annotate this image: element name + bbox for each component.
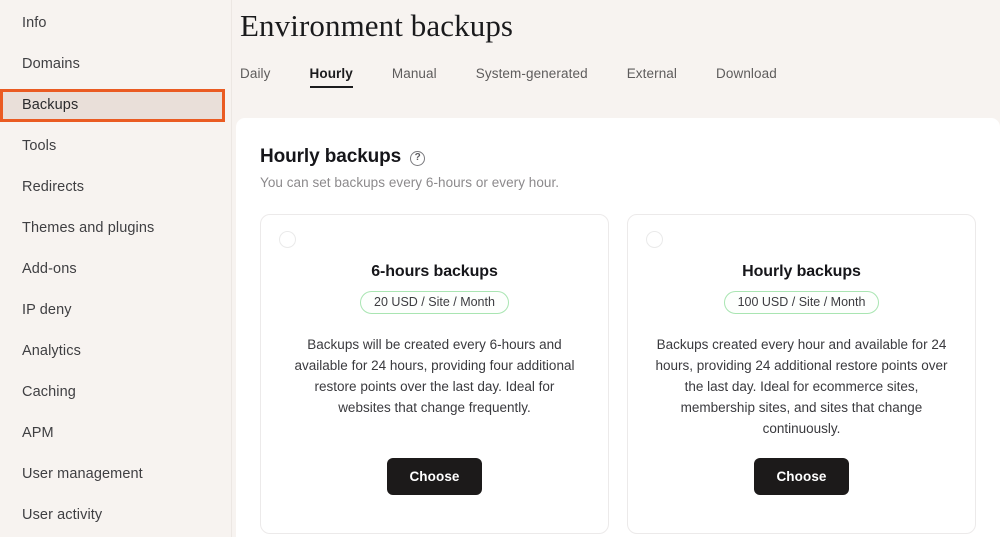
- sidebar-item-domains[interactable]: Domains: [0, 51, 231, 78]
- tab-external[interactable]: External: [627, 62, 677, 90]
- option-description: Backups will be created every 6-hours an…: [294, 337, 575, 415]
- sidebar-item-ip-deny[interactable]: IP deny: [0, 297, 231, 324]
- sidebar-item-themes-and-plugins[interactable]: Themes and plugins: [0, 215, 231, 242]
- tab-bar: Daily Hourly Manual System-generated Externa…: [233, 52, 1000, 102]
- sidebar-item-info[interactable]: Info: [0, 10, 231, 37]
- main-content: Environment backups Daily Hourly Manual Sys…: [233, 0, 1000, 537]
- price-badge: 100 USD / Site / Month: [723, 291, 880, 314]
- sidebar-item-tools[interactable]: Tools: [0, 133, 231, 160]
- sidebar-item-add-ons[interactable]: Add-ons: [0, 256, 231, 283]
- tab-manual[interactable]: Manual: [392, 62, 437, 90]
- sidebar-item-caching[interactable]: Caching: [0, 379, 231, 406]
- sidebar: Info Domains Backups Tools Redirects Themes a…: [0, 0, 232, 537]
- radio-button[interactable]: [646, 231, 663, 248]
- page-title: Environment backups: [240, 8, 514, 43]
- tab-list: Daily Hourly Manual System-generated Externa…: [240, 62, 816, 90]
- option-description: Backups created every hour and available…: [655, 337, 948, 436]
- sidebar-item-user-management[interactable]: User management: [0, 461, 231, 488]
- sidebar-item-analytics[interactable]: Analytics: [0, 338, 231, 365]
- sidebar-nav-list: Info Domains Backups Tools Redirects Themes a…: [0, 10, 231, 529]
- hourly-backups-panel: Hourly backups ? You can set backups eve…: [236, 118, 1000, 537]
- sidebar-item-backups[interactable]: Backups: [0, 89, 225, 122]
- backup-option-cards: 6-hours backups 20 USD / Site / Month Back…: [260, 214, 976, 534]
- panel-header: Hourly backups ?: [260, 146, 976, 168]
- radio-button[interactable]: [279, 231, 296, 248]
- backup-option-card[interactable]: Hourly backups 100 USD / Site / Month Back…: [627, 214, 976, 534]
- question-mark-circle-icon[interactable]: ?: [410, 150, 426, 166]
- tab-download[interactable]: Download: [716, 62, 777, 90]
- choose-button-wrap: Choose: [387, 458, 482, 495]
- tab-daily[interactable]: Daily: [240, 62, 271, 90]
- price-badge: 20 USD / Site / Month: [360, 291, 509, 314]
- option-title: Hourly backups: [742, 263, 861, 280]
- sidebar-item-user-activity[interactable]: User activity: [0, 502, 231, 529]
- option-title: 6-hours backups: [371, 263, 498, 280]
- sidebar-item-redirects[interactable]: Redirects: [0, 174, 231, 201]
- choose-button[interactable]: Choose: [754, 458, 849, 495]
- panel-subtitle: You can set backups every 6-hours or eve…: [260, 175, 560, 190]
- sidebar-item-apm[interactable]: APM: [0, 420, 231, 447]
- choose-button[interactable]: Choose: [387, 458, 482, 495]
- backup-option-card[interactable]: 6-hours backups 20 USD / Site / Month Back…: [260, 214, 609, 534]
- choose-button-wrap: Choose: [754, 458, 849, 495]
- tab-system-generated[interactable]: System-generated: [476, 62, 588, 90]
- panel-title: Hourly backups: [260, 146, 402, 167]
- tab-hourly[interactable]: Hourly: [309, 62, 354, 90]
